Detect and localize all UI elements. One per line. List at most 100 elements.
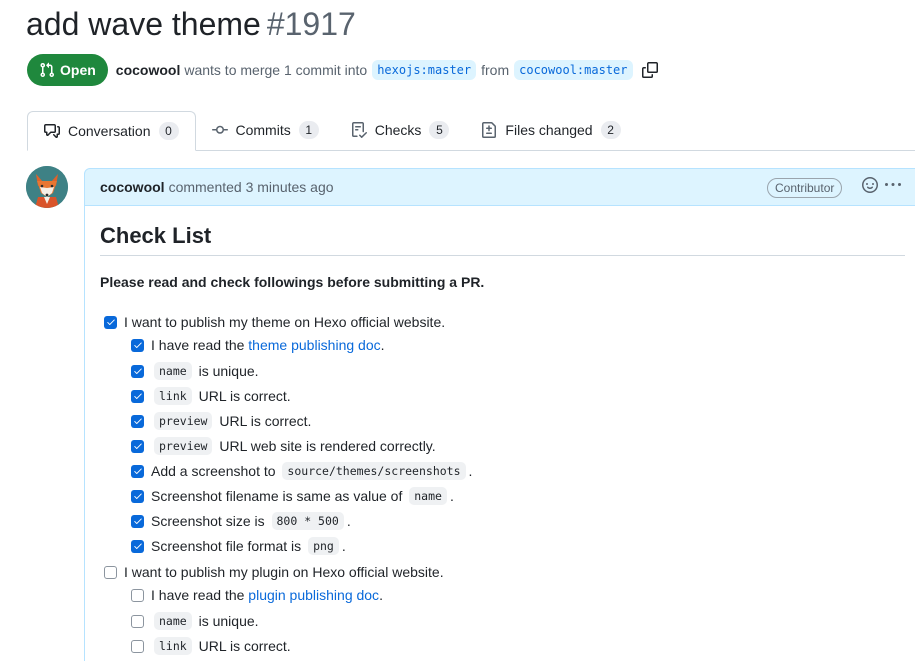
checklist-label: Add a screenshot to xyxy=(151,463,276,479)
inline-code: 800 * 500 xyxy=(271,512,344,530)
tab-files-changed[interactable]: Files changed 2 xyxy=(465,110,636,150)
checkbox-unchecked[interactable] xyxy=(104,565,117,579)
check-icon xyxy=(133,468,142,474)
checklist-label: . xyxy=(341,538,346,554)
comment-timestamp[interactable]: commented 3 minutes ago xyxy=(169,179,334,195)
checklist-label: Screenshot file format is xyxy=(151,538,302,554)
avatar[interactable] xyxy=(26,166,68,208)
inline-code: name xyxy=(154,362,192,380)
tab-commits[interactable]: Commits 1 xyxy=(196,110,335,150)
checklist-item-theme-format: Screenshot file format is png. xyxy=(131,537,346,555)
checklist-item-theme-preview-render: preview URL web site is rendered correct… xyxy=(131,437,436,455)
checklist-item-plugin-doc: I have read the plugin publishing doc. xyxy=(131,587,383,603)
check-icon xyxy=(133,368,142,374)
inline-code: source/themes/screenshots xyxy=(282,462,466,480)
plugin-publishing-doc-link[interactable]: plugin publishing doc xyxy=(248,587,379,603)
merge-text: wants to merge 1 commit into xyxy=(184,62,368,78)
checklist-label: URL web site is rendered correctly. xyxy=(219,438,436,454)
checkbox-checked[interactable] xyxy=(131,539,144,553)
inline-code: preview xyxy=(154,412,213,430)
git-pull-request-icon xyxy=(40,62,55,78)
checklist-label: I have read the xyxy=(151,337,245,353)
tab-counter: 1 xyxy=(298,121,319,139)
checklist-label: I want to publish my theme on Hexo offic… xyxy=(124,314,446,330)
check-icon xyxy=(133,543,142,549)
pr-number: #1917 xyxy=(266,6,356,42)
checklist-label: . xyxy=(468,463,473,479)
git-commit-icon xyxy=(211,122,228,138)
inline-code: link xyxy=(154,387,192,405)
file-diff-icon xyxy=(481,122,497,138)
pr-meta: Open cocowool wants to merge 1 commit in… xyxy=(27,54,658,86)
inline-code: name xyxy=(154,612,192,630)
pr-title-text: add wave theme xyxy=(26,6,261,42)
checklist-label: . xyxy=(449,488,454,504)
comment-header: cocowool commented 3 minutes ago Contrib… xyxy=(84,168,915,206)
checkbox-checked[interactable] xyxy=(104,315,117,329)
checklist-item-theme: I want to publish my theme on Hexo offic… xyxy=(104,314,445,330)
comment-border xyxy=(84,206,85,661)
comment-discussion-icon xyxy=(44,123,60,139)
checkbox-checked[interactable] xyxy=(131,389,144,403)
tab-counter: 0 xyxy=(158,122,179,140)
kebab-horizontal-icon[interactable] xyxy=(885,177,901,193)
checklist-label: is unique. xyxy=(198,613,259,629)
checklist-item-theme-link: link URL is correct. xyxy=(131,387,291,405)
head-branch[interactable]: cocowool:master xyxy=(514,60,633,80)
comment-author-link[interactable]: cocowool xyxy=(100,179,165,195)
tab-label: Files changed xyxy=(505,122,593,138)
checkbox-checked[interactable] xyxy=(131,514,144,528)
checklist-item-plugin-link: link URL is correct. xyxy=(131,637,291,655)
from-text: from xyxy=(481,62,510,78)
inline-code: name xyxy=(409,487,447,505)
pr-tabs: Conversation 0 Commits 1 Checks 5 Files … xyxy=(27,110,915,151)
inline-code: preview xyxy=(154,437,213,455)
tab-conversation[interactable]: Conversation 0 xyxy=(27,111,196,151)
comment-body: Check List Please read and check followi… xyxy=(100,206,910,290)
inline-code: link xyxy=(154,637,192,655)
checklist-label: Screenshot size is xyxy=(151,513,265,529)
checklist-item-theme-filename: Screenshot filename is same as value of … xyxy=(131,487,454,505)
check-icon xyxy=(133,418,142,424)
checkbox-checked[interactable] xyxy=(131,464,144,478)
checkbox-unchecked[interactable] xyxy=(131,614,144,628)
comment-heading: Check List xyxy=(100,223,905,256)
checkbox-checked[interactable] xyxy=(131,489,144,503)
check-icon xyxy=(133,342,142,348)
checklist-item-theme-preview: preview URL is correct. xyxy=(131,412,311,430)
checklist-label: . xyxy=(379,587,383,603)
smiley-icon[interactable] xyxy=(862,177,878,193)
pr-author-link[interactable]: cocowool xyxy=(116,62,181,78)
checkbox-unchecked[interactable] xyxy=(131,588,144,602)
tab-counter: 5 xyxy=(429,121,450,139)
checklist-label: I have read the xyxy=(151,587,245,603)
checkbox-checked[interactable] xyxy=(131,338,144,352)
checklist-label: URL is correct. xyxy=(198,388,291,404)
check-icon xyxy=(133,518,142,524)
tab-label: Commits xyxy=(235,122,291,138)
checklist-label: URL is correct. xyxy=(219,413,312,429)
checklist-label: . xyxy=(380,337,385,353)
checkbox-checked[interactable] xyxy=(131,439,144,453)
checkbox-unchecked[interactable] xyxy=(131,639,144,653)
checklist-item-theme-name: name is unique. xyxy=(131,362,259,380)
tab-label: Checks xyxy=(374,122,422,138)
checklist-item-theme-screenshot: Add a screenshot to source/themes/screen… xyxy=(131,462,472,480)
checkbox-checked[interactable] xyxy=(131,414,144,428)
check-icon xyxy=(133,443,142,449)
checklist-label: URL is correct. xyxy=(198,638,291,654)
tab-checks[interactable]: Checks 5 xyxy=(335,110,466,150)
copy-icon[interactable] xyxy=(641,62,658,78)
theme-publishing-doc-link[interactable]: theme publishing doc xyxy=(248,337,380,353)
checklist-item-plugin-name: name is unique. xyxy=(131,612,259,630)
checklist-label: I want to publish my plugin on Hexo offi… xyxy=(124,564,444,580)
check-icon xyxy=(106,319,115,325)
checklist-label: is unique. xyxy=(198,363,259,379)
base-branch[interactable]: hexojs:master xyxy=(372,60,477,80)
comment-lead: Please read and check followings before … xyxy=(100,274,485,290)
pr-state-label: Open xyxy=(60,62,96,78)
checkbox-checked[interactable] xyxy=(131,364,144,378)
check-icon xyxy=(133,493,142,499)
checklist-label: . xyxy=(346,513,351,529)
tab-counter: 2 xyxy=(600,121,621,139)
